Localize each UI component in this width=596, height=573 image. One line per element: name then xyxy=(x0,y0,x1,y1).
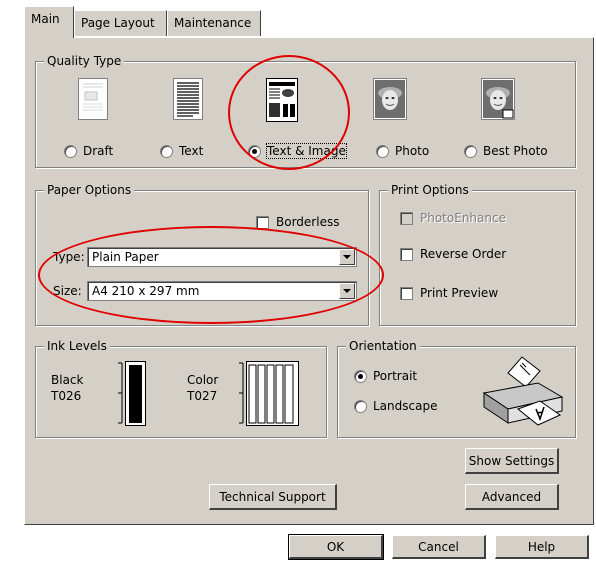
radio-best-photo-label: Best Photo xyxy=(483,144,548,158)
color-ink-cartridge-icon xyxy=(239,361,299,426)
print-options-title: Print Options xyxy=(388,183,472,197)
tab-main[interactable]: Main xyxy=(24,6,74,38)
radio-best-photo-dot xyxy=(464,144,477,158)
technical-support-label: Technical Support xyxy=(219,489,326,504)
color-ink-label: Color xyxy=(187,373,219,387)
radio-draft-label: Draft xyxy=(83,144,114,158)
radio-text-image-label: Text & Image xyxy=(266,143,347,159)
text-page-icon xyxy=(173,78,203,120)
reverse-order-label: Reverse Order xyxy=(420,247,507,261)
reverse-order-checkbox-box xyxy=(400,247,413,261)
cancel-button[interactable]: Cancel xyxy=(392,535,486,559)
photo-enhance-label: PhotoEnhance xyxy=(420,211,506,225)
radio-portrait-label: Portrait xyxy=(373,369,418,383)
advanced-label: Advanced xyxy=(481,489,542,504)
size-select-value: A4 210 x 297 mm xyxy=(92,284,200,298)
photo-enhance-checkbox-box xyxy=(400,211,413,225)
type-select-value: Plain Paper xyxy=(92,250,159,264)
photo-page-icon xyxy=(373,78,407,120)
orientation-group: Orientation Portrait Landscape xyxy=(337,339,576,438)
tab-main-label: Main xyxy=(31,12,60,26)
draft-page-icon xyxy=(78,78,108,120)
print-options-group: Print Options PhotoEnhance Reverse Order… xyxy=(379,183,576,326)
tab-page-layout[interactable]: Page Layout xyxy=(74,10,167,36)
radio-text-image-dot xyxy=(248,144,261,158)
cancel-label: Cancel xyxy=(418,539,459,554)
radio-text[interactable]: Text xyxy=(160,144,203,158)
tab-maintenance-label: Maintenance xyxy=(174,16,252,30)
radio-portrait-dot xyxy=(354,369,367,383)
radio-landscape-dot xyxy=(354,399,367,413)
paper-options-group: Paper Options Borderless Type: Plain Pap… xyxy=(35,183,369,326)
black-ink-code: T026 xyxy=(51,389,82,403)
borderless-label: Borderless xyxy=(276,215,340,229)
print-preview-checkbox-box xyxy=(400,286,413,300)
ink-levels-group: Ink Levels Black T026 Color T027 xyxy=(35,339,327,438)
reverse-order-checkbox[interactable]: Reverse Order xyxy=(400,247,506,261)
text-image-page-icon xyxy=(266,78,298,122)
tab-page-layout-label: Page Layout xyxy=(81,16,155,30)
print-preview-checkbox[interactable]: Print Preview xyxy=(400,286,498,300)
best-photo-page-icon xyxy=(481,78,515,120)
borderless-checkbox-box xyxy=(256,215,269,229)
advanced-button[interactable]: Advanced xyxy=(465,484,559,510)
black-ink-label: Black xyxy=(51,373,84,387)
paper-options-title: Paper Options xyxy=(44,183,135,197)
orientation-title: Orientation xyxy=(346,339,420,353)
radio-photo[interactable]: Photo xyxy=(376,144,429,158)
ok-button[interactable]: OK xyxy=(288,534,384,560)
help-label: Help xyxy=(527,539,556,554)
radio-best-photo[interactable]: Best Photo xyxy=(464,144,548,158)
show-settings-label: Show Settings xyxy=(468,453,555,468)
type-select[interactable]: Plain Paper xyxy=(87,247,357,267)
show-settings-button[interactable]: Show Settings xyxy=(465,448,559,474)
size-dropdown-arrow-icon[interactable] xyxy=(339,283,355,299)
radio-portrait[interactable]: Portrait xyxy=(354,369,417,383)
tab-maintenance[interactable]: Maintenance xyxy=(167,10,261,36)
help-button[interactable]: Help xyxy=(495,535,589,559)
quality-type-group: Quality Type Draft Text Text & Image Pho… xyxy=(35,54,576,168)
printer-portrait-icon xyxy=(482,356,564,426)
radio-photo-label: Photo xyxy=(395,144,430,158)
size-select[interactable]: A4 210 x 297 mm xyxy=(87,281,357,301)
radio-text-image[interactable]: Text & Image xyxy=(248,143,347,159)
print-preview-label: Print Preview xyxy=(420,286,499,300)
radio-landscape[interactable]: Landscape xyxy=(354,399,437,413)
technical-support-button[interactable]: Technical Support xyxy=(209,484,337,510)
type-label: Type: xyxy=(53,250,85,264)
photo-enhance-checkbox[interactable]: PhotoEnhance xyxy=(400,211,506,225)
type-dropdown-arrow-icon[interactable] xyxy=(339,249,355,265)
borderless-checkbox[interactable]: Borderless xyxy=(256,215,339,229)
black-ink-cartridge-icon xyxy=(118,361,146,426)
ok-label: OK xyxy=(326,539,345,554)
radio-text-label: Text xyxy=(179,144,204,158)
radio-photo-dot xyxy=(376,144,389,158)
radio-landscape-label: Landscape xyxy=(373,399,438,413)
color-ink-code: T027 xyxy=(187,389,218,403)
radio-draft-dot xyxy=(64,144,77,158)
radio-draft[interactable]: Draft xyxy=(64,144,113,158)
ink-levels-title: Ink Levels xyxy=(44,339,110,353)
quality-type-title: Quality Type xyxy=(44,54,125,68)
radio-text-dot xyxy=(160,144,173,158)
main-tab-panel: Quality Type Draft Text Text & Image Pho… xyxy=(24,37,594,525)
size-label: Size: xyxy=(53,284,82,298)
